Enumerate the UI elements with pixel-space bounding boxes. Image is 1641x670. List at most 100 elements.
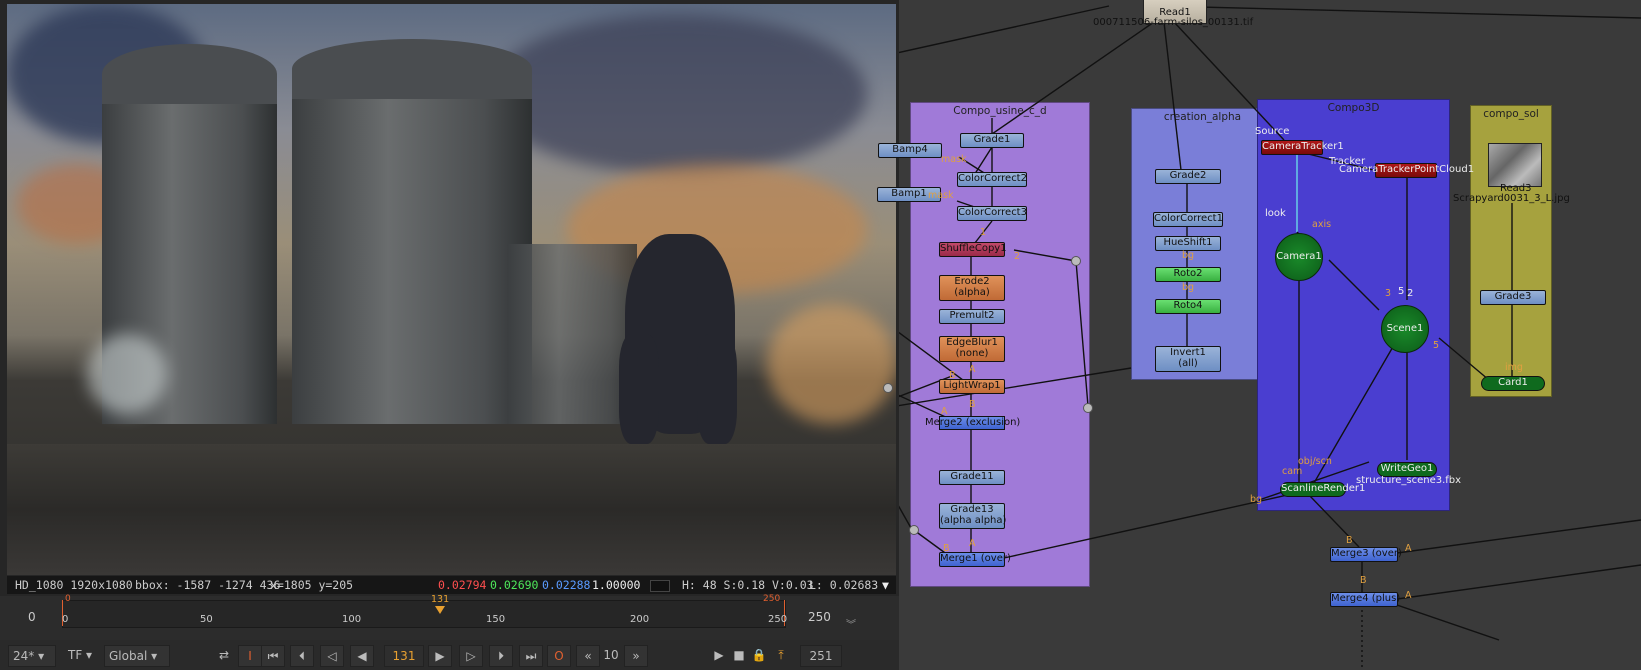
next-keyframe-icon[interactable]: ⏵ [489, 645, 513, 667]
timeline[interactable]: 0 0 131 250 0 50 100 150 200 250 250 ︾ [0, 594, 899, 640]
merge4-node[interactable]: Merge4 (plus) [1330, 592, 1400, 607]
roto4-node[interactable]: Roto4 [1155, 299, 1221, 314]
writegeo1-file: structure_scene3.fbx [1356, 475, 1462, 486]
step-back-icon[interactable]: ◁ [320, 645, 344, 667]
invert1-label: Invert1 [1170, 347, 1206, 358]
shufflecopy1-node[interactable]: ShuffleCopy1 [939, 242, 1007, 257]
first-frame-icon[interactable]: ⏮ [261, 645, 285, 667]
source-label: Source [1255, 126, 1290, 137]
tick-100: 100 [342, 614, 362, 625]
dot-node[interactable] [1083, 403, 1093, 413]
record-icon[interactable]: ■ [730, 645, 748, 665]
chevron-down-icon[interactable]: ︾ [846, 616, 856, 631]
input-label: 2 [1014, 251, 1021, 262]
bbox-text: bbox: -1587 -1274 436 [135, 578, 281, 592]
lum-text: L: 0.02683 [809, 578, 879, 592]
scanlinerender1-node[interactable]: ScanlineRender1 [1280, 482, 1365, 497]
current-frame-field[interactable]: 131 [384, 645, 424, 667]
invert1-sub: (all) [1178, 358, 1198, 369]
bg-label: bg [1182, 250, 1195, 261]
read1-file: 000711506-farm-silos_00131.tif [1093, 17, 1254, 28]
obj-scn-label: obj/scn [1298, 456, 1332, 467]
axis-label: axis [1312, 219, 1332, 230]
merge2-node[interactable]: Merge2 (exclusion) [925, 416, 1020, 430]
dot-node[interactable] [909, 525, 919, 535]
play-forward-icon[interactable]: ▶ [428, 645, 452, 667]
bg-label: bg [1182, 282, 1195, 293]
colorcorrect2-node[interactable]: ColorCorrect2 [957, 172, 1027, 187]
colorcorrect3-node[interactable]: ColorCorrect3 [957, 206, 1027, 221]
fps-value: 24* [13, 649, 35, 663]
node-graph[interactable]: Compo_usine_c_d creation_alpha Compo3D c… [877, 0, 1641, 670]
merge1-node[interactable]: Merge1 (over) [939, 552, 1011, 567]
last-frame-icon[interactable]: ⏭ [519, 645, 543, 667]
grade13-node[interactable]: Grade13 (alpha alpha) [939, 503, 1006, 529]
upload-icon[interactable]: ⤒ [772, 645, 790, 665]
hsv-text: H: 48 S:0.18 V:0.03 [682, 578, 814, 592]
invert1-node[interactable]: Invert1 (all) [1155, 346, 1221, 372]
mask-label: mask [928, 190, 954, 201]
read3-file: Scrapyard0031_3_L.jpg [1453, 193, 1570, 204]
dot-node[interactable] [1071, 256, 1081, 266]
flipbook-icon[interactable]: ▶ [710, 645, 728, 665]
input-b-label: B [1360, 575, 1367, 586]
colorcorrect1-node[interactable]: ColorCorrect1 [1153, 212, 1223, 227]
hueshift1-node[interactable]: HueShift1 [1155, 236, 1221, 251]
end-frame-field[interactable]: 251 [800, 645, 842, 667]
scene1-node[interactable]: Scene1 [1381, 305, 1429, 353]
loop-icon[interactable]: ⇄ [214, 645, 234, 665]
erode2-sub: (alpha) [954, 287, 990, 298]
skip-forward-icon[interactable]: » [624, 645, 648, 667]
grade1-node[interactable]: Grade1 [960, 133, 1024, 148]
set-out-icon[interactable]: O [547, 645, 571, 667]
input-b-label: B [1346, 535, 1353, 546]
color-swatch [650, 580, 670, 592]
tf-dropdown[interactable]: TF ▾ [68, 645, 98, 665]
edgeblur1-node[interactable]: EdgeBlur1 (none) [939, 336, 1005, 362]
grade3-node[interactable]: Grade3 [1480, 290, 1546, 305]
step-forward-icon[interactable]: ▷ [459, 645, 483, 667]
tf-value: TF [68, 648, 83, 662]
input-label: 1 [980, 227, 987, 238]
step-size-field[interactable]: 10 [600, 645, 622, 665]
out-marker-label: 250 [763, 594, 781, 604]
merge3-node[interactable]: Merge3 (over) [1330, 547, 1402, 562]
scope-dropdown[interactable]: Global ▾ [104, 645, 170, 667]
fps-dropdown[interactable]: 24* ▾ [8, 645, 56, 667]
skip-back-icon[interactable]: « [576, 645, 600, 667]
img-label: img [1505, 362, 1523, 373]
grade2-node[interactable]: Grade2 [1155, 169, 1221, 184]
roto2-node[interactable]: Roto2 [1155, 267, 1221, 282]
bg-label: bg [1250, 494, 1263, 505]
erode2-node[interactable]: Erode2 (alpha) [939, 275, 1005, 301]
trackerpointcloud1-label: CameraTrackerPointCloud1 [1339, 164, 1475, 175]
timeline-track[interactable] [62, 600, 786, 628]
cameratracker1-node[interactable]: CameraTracker1 [1261, 140, 1344, 155]
play-backward-icon[interactable]: ◀ [350, 645, 374, 667]
alpha-value: 1.00000 [592, 578, 641, 592]
silo-center [292, 74, 532, 424]
blue-value: 0.02288 [542, 578, 591, 592]
grade13-label: Grade13 [950, 504, 994, 515]
viewer-info-bar: HD_1080 1920x1080 bbox: -1587 -1274 436 … [7, 576, 896, 594]
card1-node[interactable]: Card1 [1481, 376, 1545, 391]
read3-thumbnail[interactable] [1488, 143, 1542, 187]
grade11-node[interactable]: Grade11 [939, 470, 1005, 485]
lightwrap1-node[interactable]: LightWrap1 [939, 379, 1005, 394]
tick-150: 150 [486, 614, 506, 625]
input-label: 2 [1407, 288, 1414, 299]
timeline-end-label: 250 [808, 610, 831, 624]
set-in-icon[interactable]: I [238, 645, 262, 667]
premult2-node[interactable]: Premult2 [939, 309, 1005, 324]
bamp4-node[interactable]: Bamp4 [878, 143, 942, 158]
input-a-label: A [1405, 590, 1412, 601]
scope-value: Global [109, 649, 148, 663]
playhead-icon[interactable] [435, 606, 445, 614]
mask-label: mask [941, 154, 967, 165]
dot-node[interactable] [883, 383, 893, 393]
lock-icon[interactable]: 🔒 [750, 645, 768, 665]
viewer-image[interactable] [7, 4, 896, 575]
prev-keyframe-icon[interactable]: ⏴ [290, 645, 314, 667]
dropdown-arrow-icon[interactable]: ▼ [882, 576, 889, 594]
camera1-node[interactable]: Camera1 [1275, 233, 1323, 281]
